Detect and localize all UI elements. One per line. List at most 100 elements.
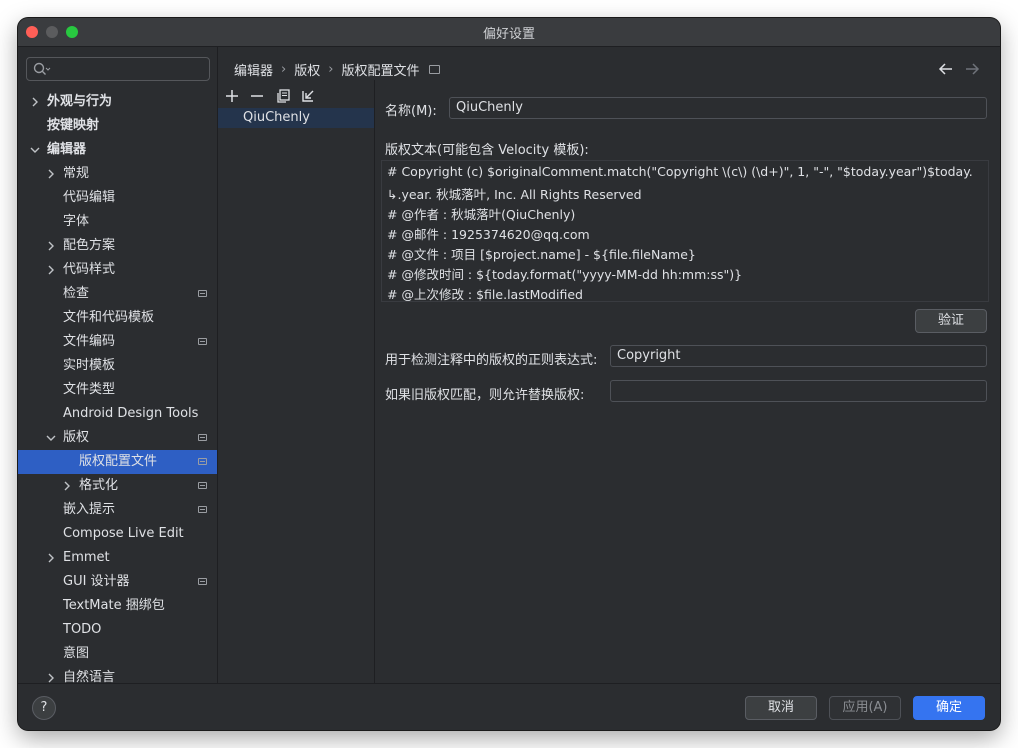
- sidebar-item-label: GUI 设计器: [63, 574, 130, 589]
- sidebar-item-配色方案[interactable]: 配色方案: [18, 234, 217, 258]
- sidebar-item-版权[interactable]: 版权: [18, 426, 217, 450]
- sidebar-item-emmet[interactable]: Emmet: [18, 546, 217, 570]
- name-label: 名称(M):: [385, 104, 437, 119]
- chevron-down-icon[interactable]: [30, 145, 40, 155]
- sidebar-item-文件类型[interactable]: 文件类型: [18, 378, 217, 402]
- sidebar-item-label: 格式化: [79, 478, 119, 493]
- cancel-button[interactable]: 取消: [745, 696, 817, 720]
- sidebar-item-android-design-tools[interactable]: Android Design Tools: [18, 402, 217, 426]
- sidebar-item-label: TextMate 捆绑包: [63, 598, 165, 613]
- title-bar: 偏好设置: [18, 18, 1000, 47]
- sidebar-item-label: 自然语言: [63, 670, 116, 683]
- sidebar-item-label: 常规: [63, 166, 90, 181]
- sidebar-item-代码编辑[interactable]: 代码编辑: [18, 186, 217, 210]
- sidebar-item-实时模板[interactable]: 实时模板: [18, 354, 217, 378]
- sidebar-item-label: 代码编辑: [63, 190, 116, 205]
- regex-input[interactable]: Copyright: [610, 345, 987, 367]
- import-icon[interactable]: [300, 88, 316, 104]
- breadcrumb-item-copyright-profiles: 版权配置文件: [341, 64, 420, 79]
- code-line: # @作者 : 秋城落叶(QiuChenly): [387, 207, 576, 222]
- sidebar-item-label: Compose Live Edit: [63, 526, 184, 541]
- sidebar-item-label: 文件编码: [63, 334, 116, 349]
- sidebar-item-编辑器[interactable]: 编辑器: [18, 138, 217, 162]
- sidebar-item-label: 嵌入提示: [63, 502, 116, 517]
- chevron-right-icon[interactable]: [46, 265, 56, 275]
- chevron-right-icon[interactable]: [30, 97, 40, 107]
- breadcrumb-item-copyright[interactable]: 版权: [294, 64, 320, 79]
- forward-arrow-icon[interactable]: [964, 62, 980, 76]
- sidebar-item-常规[interactable]: 常规: [18, 162, 217, 186]
- sidebar-item-label: Emmet: [63, 550, 110, 565]
- dialog-footer: ? 取消 应用(A) 确定: [18, 683, 1000, 730]
- code-line: # @邮件 : 1925374620@qq.com: [387, 227, 590, 242]
- list-item[interactable]: QiuChenly: [218, 108, 374, 128]
- chevron-right-icon[interactable]: [46, 673, 56, 683]
- sidebar-item-label: 字体: [63, 214, 90, 229]
- copyright-text-editor[interactable]: # Copyright (c) $originalComment.match("…: [381, 160, 989, 302]
- sidebar-item-label: 版权: [63, 430, 90, 445]
- chevron-right-icon[interactable]: [46, 553, 56, 563]
- sidebar-item-自然语言[interactable]: 自然语言: [18, 666, 217, 683]
- project-scope-icon: [198, 482, 207, 489]
- project-scope-icon: [198, 578, 207, 585]
- sidebar-item-label: 文件和代码模板: [63, 310, 155, 325]
- search-icon: [33, 62, 51, 75]
- copy-icon[interactable]: [275, 88, 291, 104]
- project-scope-icon: [198, 290, 207, 297]
- sidebar-item-label: TODO: [63, 622, 102, 637]
- sidebar-item-意图[interactable]: 意图: [18, 642, 217, 666]
- code-line: # @文件 : 项目 [$project.name] - ${file.file…: [387, 247, 696, 262]
- help-button[interactable]: ?: [32, 696, 56, 720]
- sidebar-item-label: 按键映射: [47, 118, 100, 133]
- sidebar-item-文件和代码模板[interactable]: 文件和代码模板: [18, 306, 217, 330]
- sidebar-item-compose-live-edit[interactable]: Compose Live Edit: [18, 522, 217, 546]
- sidebar-item-gui-设计器[interactable]: GUI 设计器: [18, 570, 217, 594]
- sidebar-item-todo[interactable]: TODO: [18, 618, 217, 642]
- chevron-right-icon[interactable]: [46, 241, 56, 251]
- settings-sidebar: 外观与行为按键映射编辑器常规代码编辑字体配色方案代码样式 检查文件和代码模板 文件编…: [18, 47, 218, 683]
- copyright-text-label: 版权文本(可能包含 Velocity 模板):: [385, 143, 589, 158]
- chevron-right-icon[interactable]: [46, 169, 56, 179]
- apply-button[interactable]: 应用(A): [829, 696, 901, 720]
- validate-button[interactable]: 验证: [915, 309, 987, 333]
- back-arrow-icon[interactable]: [938, 62, 954, 76]
- settings-search-input[interactable]: [26, 57, 210, 81]
- sidebar-item-外观与行为[interactable]: 外观与行为: [18, 90, 217, 114]
- sidebar-item-label: Android Design Tools: [63, 406, 199, 421]
- sidebar-item-label: 配色方案: [63, 238, 116, 253]
- replace-input[interactable]: [610, 380, 987, 402]
- preferences-window: 偏好设置 外观与行为 按键映射 编辑器 常规 代码编辑 字体 配色方案 代码样式 检查 文件和代码…: [18, 18, 1000, 730]
- sidebar-item-格式化[interactable]: 格式化: [18, 474, 217, 498]
- remove-icon[interactable]: [249, 88, 265, 104]
- project-scope-icon: [198, 506, 207, 513]
- breadcrumb-item-editor[interactable]: 编辑器: [234, 64, 273, 79]
- sidebar-item-按键映射[interactable]: 按键映射: [18, 114, 217, 138]
- breadcrumb-separator: ›: [328, 62, 334, 77]
- replace-label: 如果旧版权匹配，则允许替换版权:: [385, 388, 585, 403]
- project-scope-icon: [198, 434, 207, 441]
- code-line: ↳.year. 秋城落叶, Inc. All Rights Reserved: [387, 187, 642, 202]
- profile-name-input[interactable]: QiuChenly: [449, 97, 987, 119]
- profile-toolbar: [218, 86, 374, 104]
- regex-label: 用于检测注释中的版权的正则表达式:: [385, 353, 598, 368]
- chevron-down-icon[interactable]: [46, 433, 56, 443]
- add-icon[interactable]: [224, 88, 240, 104]
- sidebar-item-字体[interactable]: 字体: [18, 210, 217, 234]
- sidebar-item-textmate-捆绑包[interactable]: TextMate 捆绑包: [18, 594, 217, 618]
- sidebar-item-检查[interactable]: 检查: [18, 282, 217, 306]
- breadcrumb-separator: ›: [281, 62, 287, 77]
- ok-button[interactable]: 确定: [913, 696, 985, 720]
- sidebar-item-label: 外观与行为: [47, 94, 113, 109]
- project-scope-icon: [198, 338, 207, 345]
- code-line: # @修改时间 : ${today.format("yyyy-MM-dd hh:…: [387, 267, 743, 282]
- sidebar-item-嵌入提示[interactable]: 嵌入提示: [18, 498, 217, 522]
- sidebar-item-版权配置文件[interactable]: 版权配置文件: [18, 450, 217, 474]
- project-scope-icon: [429, 65, 441, 74]
- code-line: # Copyright (c) $originalComment.match("…: [387, 164, 973, 179]
- chevron-right-icon[interactable]: [62, 481, 72, 491]
- sidebar-item-文件编码[interactable]: 文件编码: [18, 330, 217, 354]
- project-scope-icon: [198, 458, 207, 465]
- profile-name: QiuChenly: [243, 110, 310, 125]
- sidebar-item-代码样式[interactable]: 代码样式: [18, 258, 217, 282]
- sidebar-item-label: 意图: [63, 646, 90, 661]
